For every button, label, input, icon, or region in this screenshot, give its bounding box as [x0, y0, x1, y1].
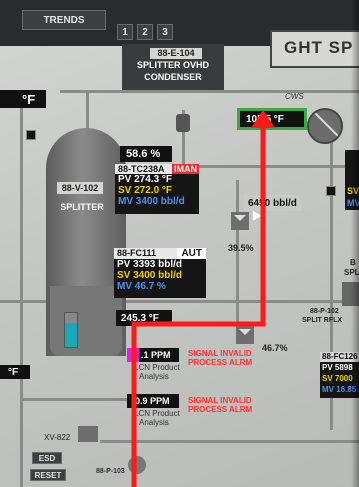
dcs-screen: TRENDS 1 2 3 GHT SP °F °F 88-E-104 SPLIT…	[0, 0, 359, 487]
annotation-arrow	[131, 110, 275, 487]
annotation-arrowhead	[251, 110, 275, 128]
photo-bezel-right	[351, 0, 359, 487]
annotation-arrow-line	[131, 126, 266, 487]
